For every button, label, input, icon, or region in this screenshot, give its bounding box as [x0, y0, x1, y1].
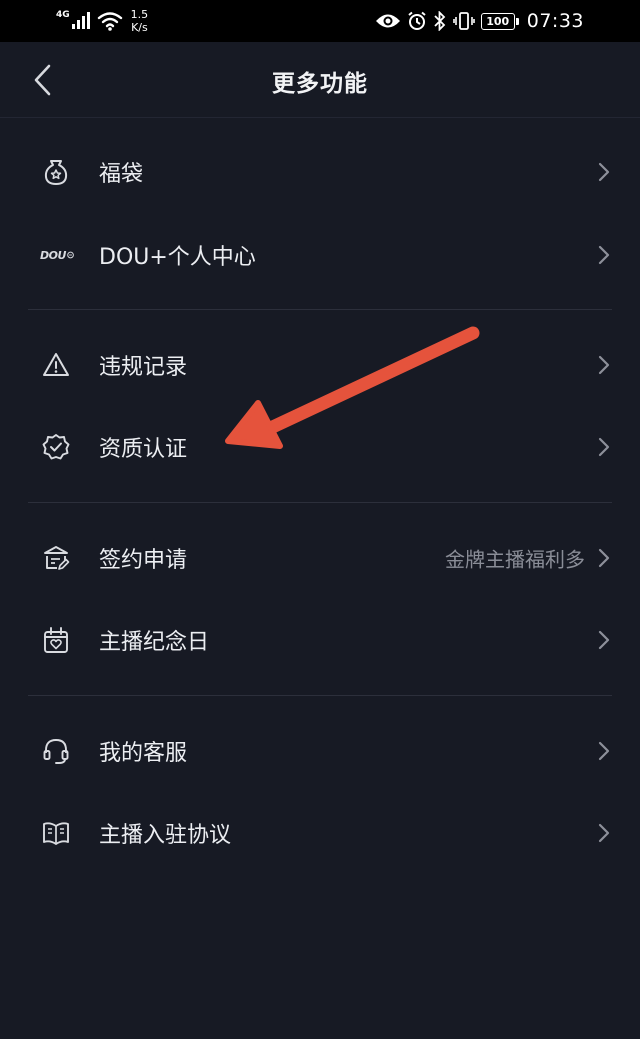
dou-plus-icon: DOU — [40, 239, 74, 271]
section-divider — [28, 309, 612, 310]
network-type: 4G — [56, 10, 70, 20]
menu-item-label: 签约申请 — [99, 548, 188, 573]
menu-item-label: 主播入驻协议 — [99, 823, 232, 848]
anniversary-calendar-icon — [40, 624, 72, 656]
menu-item-label: 主播纪念日 — [99, 630, 210, 655]
menu-item-qualification[interactable]: 资质认证 — [0, 406, 640, 488]
menu-item-label: 福袋 — [99, 162, 144, 187]
status-bar: 4G 1.5 K/s 100 07:33 — [0, 0, 640, 42]
menu-item-label: 违规记录 — [99, 355, 188, 380]
menu-item-violation-records[interactable]: 违规记录 — [0, 324, 640, 406]
menu-item-contract-application[interactable]: 签约申请 金牌主播福利多 — [0, 517, 640, 599]
verified-badge-icon — [40, 431, 72, 463]
menu-item-lucky-bag[interactable]: 福袋 — [0, 131, 640, 213]
chevron-right-icon — [598, 437, 610, 457]
signal-icon — [71, 12, 90, 29]
menu-item-anniversary[interactable]: 主播纪念日 — [0, 599, 640, 681]
chevron-right-icon — [598, 741, 610, 761]
menu-item-dou-plus[interactable]: DOU DOU+个人中心 — [0, 214, 640, 296]
chevron-right-icon — [598, 245, 610, 265]
eye-icon — [375, 14, 400, 28]
nav-header: 更多功能 — [0, 42, 640, 118]
chevron-right-icon — [598, 630, 610, 650]
bluetooth-icon — [434, 11, 446, 31]
menu-item-label: 我的客服 — [99, 741, 188, 766]
menu-item-label: 资质认证 — [99, 437, 188, 462]
alarm-icon — [408, 11, 426, 30]
vibrate-icon — [452, 12, 475, 30]
contract-icon — [40, 542, 72, 574]
clock: 07:33 — [526, 10, 584, 32]
menu-item-streamer-agreement[interactable]: 主播入驻协议 — [0, 792, 640, 874]
battery-indicator: 100 — [480, 12, 519, 30]
chevron-right-icon — [598, 548, 610, 568]
chevron-right-icon — [598, 355, 610, 375]
headset-icon — [40, 735, 72, 767]
network-speed: 1.5 K/s — [130, 8, 149, 34]
book-icon — [40, 817, 72, 849]
chevron-right-icon — [598, 823, 610, 843]
header-divider — [0, 117, 640, 118]
menu-item-label: DOU+个人中心 — [99, 245, 256, 270]
menu-item-subtitle: 金牌主播福利多 — [445, 547, 585, 572]
wifi-icon — [97, 12, 122, 31]
page-title: 更多功能 — [272, 71, 368, 97]
chevron-right-icon — [598, 162, 610, 182]
warning-icon — [40, 349, 72, 381]
section-divider — [28, 695, 612, 696]
lucky-bag-icon — [40, 156, 72, 188]
section-divider — [28, 502, 612, 503]
menu-item-customer-service[interactable]: 我的客服 — [0, 710, 640, 792]
